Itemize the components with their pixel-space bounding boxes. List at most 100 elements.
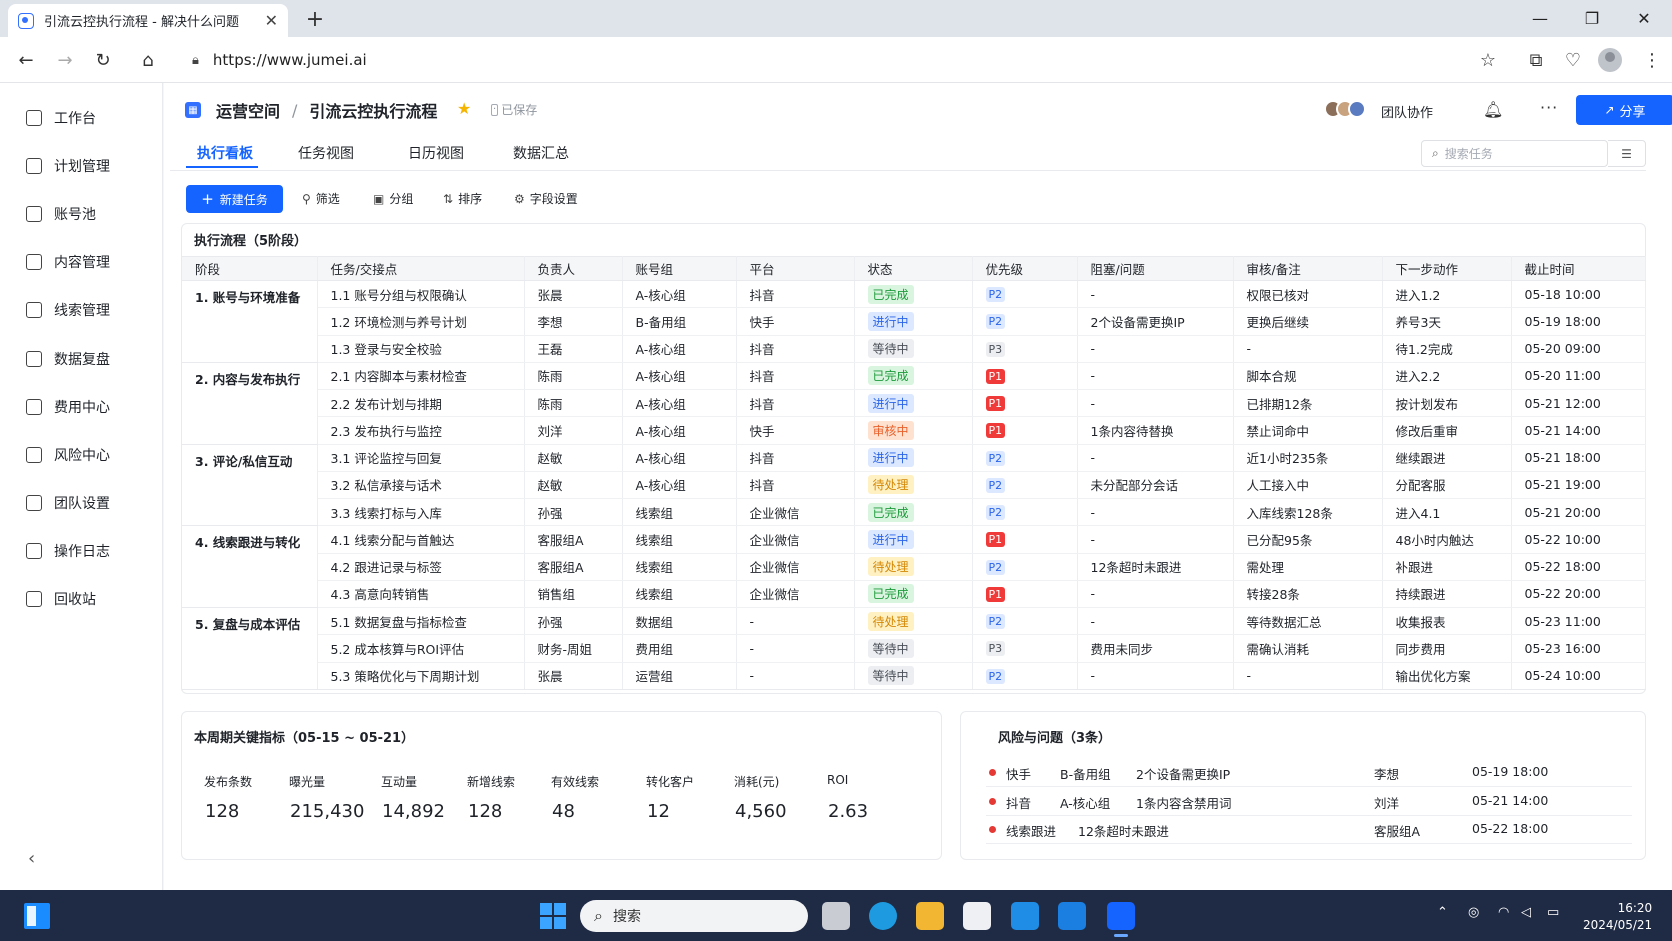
status-badge: 进行中	[867, 311, 914, 331]
clock-time: 16:20	[1617, 901, 1653, 915]
app-icon[interactable]	[1011, 902, 1039, 930]
back-icon[interactable]: ←	[6, 37, 46, 83]
store-icon[interactable]	[963, 902, 991, 930]
favorite-star-icon[interactable]: ★	[457, 99, 471, 118]
filter-button[interactable]: ⚲ 筛选	[302, 190, 340, 207]
column-header[interactable]: 优先级	[972, 256, 1078, 281]
column-header[interactable]: 任务/交接点	[317, 256, 525, 281]
sidebar-item-8[interactable]: 风险中心	[26, 440, 110, 470]
bookmark-star-icon[interactable]: ☆	[1470, 37, 1506, 83]
column-header[interactable]: 负责人	[524, 256, 623, 281]
table-cell: P1	[972, 525, 1078, 554]
sidebar-item-10[interactable]: 操作日志	[26, 536, 110, 566]
tab-summary[interactable]: 数据汇总	[513, 143, 569, 163]
new-tab-icon[interactable]: +	[300, 4, 330, 34]
sidebar-item-4[interactable]: 内容管理	[26, 247, 110, 277]
sidebar-item-9[interactable]: 团队设置	[26, 488, 110, 518]
tab-calendar[interactable]: 日历视图	[408, 143, 464, 163]
table-row[interactable]: 4.2 跟进记录与标签 客服组A 线索组 企业微信 待处理 P2 12条超时未跟进 需处理 补跟…	[182, 553, 1646, 581]
table-row[interactable]: 2.2 发布计划与排期 陈雨 A-核心组 抖音 进行中 P1 - 已排期12条 按计划发布 05-…	[182, 389, 1646, 418]
field-settings-button[interactable]: ⚙ 字段设置	[514, 190, 578, 207]
table-cell: 刘洋	[524, 416, 623, 445]
sidebar-item-5[interactable]: 线索管理	[26, 295, 110, 325]
team-collab-label[interactable]: 团队协作	[1381, 102, 1433, 121]
table-cell: 陈雨	[524, 389, 623, 418]
table-row[interactable]: 4. 线索跟进与转化 4.1 线索分配与首触达 客服组A 线索组 企业微信 进行中 P1- 已…	[182, 525, 1646, 608]
column-header[interactable]: 平台	[736, 256, 855, 281]
new-task-button[interactable]: + 新建任务	[186, 185, 283, 213]
table-row[interactable]: 3. 评论/私信互动 3.1 评论监控与回复 赵敏 A-核心组 抖音 进行中 P2- 近1小时…	[182, 444, 1646, 527]
group-button[interactable]: ▣ 分组	[373, 190, 413, 207]
table-row[interactable]: 3.3 线索打标与入库 孙强 线索组 企业微信 已完成 P2 - 入库线索128条 进入4.1 0…	[182, 498, 1646, 527]
sort-button[interactable]: ⇅ 排序	[443, 190, 482, 207]
sidebar-item-3[interactable]: 账号池	[26, 199, 96, 229]
notification-bell-icon[interactable]: 🔔︎	[1483, 100, 1503, 119]
sidebar-item-2[interactable]: 计划管理	[26, 151, 110, 181]
battery-icon[interactable]: ▭	[1547, 905, 1559, 920]
forward-icon[interactable]: →	[45, 37, 85, 83]
column-header[interactable]: 下一步动作	[1382, 256, 1512, 281]
column-header[interactable]: 审核/备注	[1233, 256, 1383, 281]
risk-row[interactable]: 线索跟进 12条超时未跟进 客服组A 05-22 18:00	[986, 816, 1632, 844]
risk-group: B-备用组	[1060, 767, 1111, 782]
sidebar-item-11[interactable]: 回收站	[26, 584, 96, 614]
column-header[interactable]: 阻塞/问题	[1077, 256, 1234, 281]
wifi-icon[interactable]: ◠	[1498, 905, 1509, 920]
table-row[interactable]: 5.2 成本核算与ROI评估 财务-周姐 费用组 - 等待中 P3 费用未同步 需确认消耗 同步…	[182, 634, 1646, 663]
tray-app-icon[interactable]: ◎	[1468, 905, 1479, 920]
close-tab-icon[interactable]: ✕	[265, 11, 278, 30]
collapse-sidebar-icon[interactable]: ‹	[28, 848, 35, 869]
risk-row[interactable]: 抖音 A-核心组 1条内容含禁用词 刘洋 05-21 14:00	[986, 788, 1632, 816]
share-button[interactable]: ↗ 分享	[1576, 95, 1672, 125]
table-row[interactable]: 1. 账号与环境准备 1.1 账号分组与权限确认 张晨 A-核心组 抖音 已完成 P2- 权限…	[182, 280, 1646, 363]
minimize-icon[interactable]: —	[1514, 0, 1566, 36]
system-clock[interactable]: 16:20 2024/05/21	[1583, 900, 1652, 934]
task-view-icon[interactable]	[822, 902, 850, 930]
sidebar-item-6[interactable]: 数据复盘	[26, 344, 110, 374]
column-header[interactable]: 账号组	[622, 256, 737, 281]
performance-icon[interactable]: ♡	[1555, 37, 1591, 83]
url-field[interactable]: 🔒︎ https://www.jumei.ai	[186, 44, 367, 76]
table-row[interactable]: 5.3 策略优化与下周期计划 张晨 运营组 - 等待中 P2- - 输出优化方案 05-24 1…	[182, 662, 1646, 690]
chart-app-icon[interactable]	[1107, 902, 1135, 930]
sidebar-item-1[interactable]: 工作台	[26, 103, 96, 133]
file-explorer-icon[interactable]	[916, 902, 944, 930]
table-row[interactable]: 5. 复盘与成本评估 5.1 数据复盘与指标检查 孙强 数据组 - 待处理 P2- 等待数据汇…	[182, 607, 1646, 690]
edge-browser-icon[interactable]	[869, 902, 897, 930]
more-options-icon[interactable]: ···	[1540, 98, 1558, 117]
tab-tasks[interactable]: 任务视图	[298, 143, 354, 163]
risk-row[interactable]: 快手 B-备用组 2个设备需更换IP 李想 05-19 18:00	[986, 759, 1632, 787]
widgets-icon[interactable]	[24, 903, 50, 929]
browser-tab[interactable]: 引流云控执行流程 - 解决什么问题 ✕	[8, 4, 288, 37]
status-badge: 等待中	[867, 339, 914, 359]
profile-avatar-icon[interactable]	[1598, 48, 1622, 72]
tray-expand-icon[interactable]: ⌃	[1437, 905, 1448, 920]
tab-board[interactable]: 执行看板	[197, 143, 253, 163]
risk-time: 05-22 18:00	[1472, 821, 1549, 836]
column-header[interactable]: 阶段	[182, 256, 318, 281]
breadcrumb-workspace[interactable]: 运营空间	[216, 98, 280, 122]
table-row[interactable]: 2. 内容与发布执行 2.1 内容脚本与素材检查 陈雨 A-核心组 抖音 已完成 P1- 脚本…	[182, 362, 1646, 445]
table-row[interactable]: 1.2 环境检测与养号计划 李想 B-备用组 快手 进行中 P2 2个设备需更换IP 更换后继…	[182, 307, 1646, 336]
reload-icon[interactable]: ↻	[83, 37, 123, 83]
filter-settings-icon[interactable]: ☰	[1608, 140, 1646, 167]
column-header[interactable]: 状态	[854, 256, 973, 281]
volume-icon[interactable]: ◁	[1521, 905, 1531, 920]
browser-menu-icon[interactable]: ⋮	[1634, 37, 1670, 83]
search-input[interactable]: ⌕ 搜索任务	[1421, 140, 1608, 167]
table-row[interactable]: 2.3 发布执行与监控 刘洋 A-核心组 快手 审核中 P1 1条内容待替换 禁止词命中 修改后…	[182, 416, 1646, 445]
home-icon[interactable]: ⌂	[128, 37, 168, 83]
app-icon[interactable]	[1058, 902, 1086, 930]
window-close-icon[interactable]: ✕	[1618, 0, 1670, 36]
column-header[interactable]: 截止时间	[1511, 256, 1646, 281]
table-row[interactable]: 4.3 高意向转销售 销售组 线索组 企业微信 已完成 P1 - 转接28条 持续跟进 05-22…	[182, 580, 1646, 609]
extensions-icon[interactable]: ⧉	[1518, 37, 1554, 83]
table-row[interactable]: 1.3 登录与安全校验 王磊 A-核心组 抖音 等待中 P3- - 待1.2完成 05-20 0…	[182, 335, 1646, 363]
restore-icon[interactable]: ❐	[1566, 0, 1618, 36]
collaborator-avatars[interactable]	[1324, 100, 1366, 118]
table-row[interactable]: 3.2 私信承接与话术 赵敏 A-核心组 抖音 待处理 P2 未分配部分会话 人工接入中 分配客…	[182, 471, 1646, 500]
taskbar-search[interactable]: ⌕ 搜索	[580, 900, 808, 932]
windows-start-icon[interactable]	[540, 903, 566, 929]
table-cell: 抖音	[736, 389, 855, 418]
sidebar-item-7[interactable]: 费用中心	[26, 392, 110, 422]
